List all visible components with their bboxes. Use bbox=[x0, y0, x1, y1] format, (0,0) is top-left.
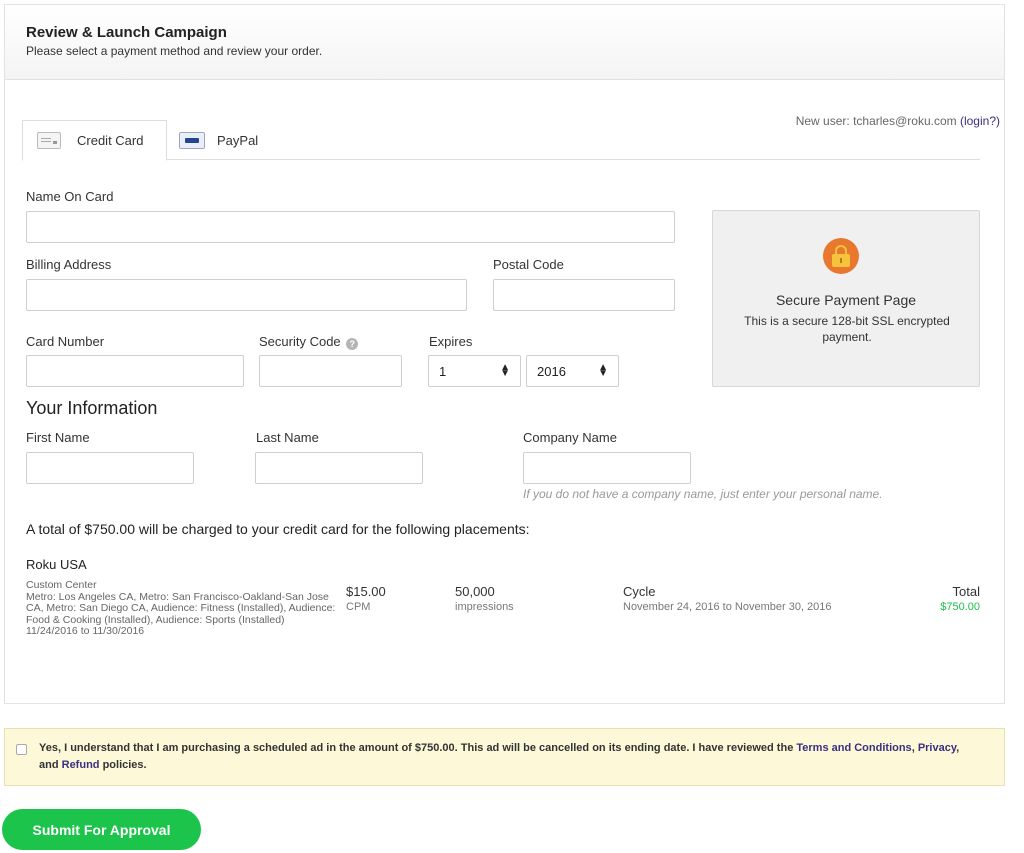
secure-description: This is a secure 128-bit SSL encrypted p… bbox=[744, 314, 950, 344]
privacy-link[interactable]: Privacy bbox=[918, 742, 956, 754]
placement-targeting: Metro: Los Angeles CA, Metro: San Franci… bbox=[26, 590, 336, 637]
billing-address-input[interactable] bbox=[26, 279, 467, 311]
security-code-input[interactable] bbox=[259, 355, 402, 387]
agreement-text-body: Yes, I understand that I am purchasing a… bbox=[39, 742, 797, 754]
secure-payment-box: Secure Payment Page This is a secure 128… bbox=[712, 210, 980, 387]
tab-credit-card-label: Credit Card bbox=[77, 133, 144, 148]
tab-credit-card[interactable]: Credit Card bbox=[22, 120, 167, 161]
expires-year-select[interactable]: 2016 ▲ ▼ bbox=[526, 355, 619, 387]
billing-address-label: Billing Address bbox=[26, 257, 112, 272]
tab-paypal-label: PayPal bbox=[217, 132, 259, 148]
panel-header: Review & Launch Campaign Please select a… bbox=[5, 5, 1004, 80]
purchase-agreement: Yes, I understand that I am purchasing a… bbox=[4, 728, 1005, 786]
impressions-unit: impressions bbox=[455, 601, 514, 613]
cycle-label: Cycle bbox=[623, 584, 656, 599]
credit-card-icon bbox=[37, 132, 61, 149]
total-label: Total bbox=[952, 584, 980, 599]
refund-link[interactable]: Refund bbox=[62, 759, 100, 771]
postal-code-label: Postal Code bbox=[493, 257, 564, 272]
help-icon[interactable]: ? bbox=[346, 338, 359, 350]
price-column: $15.00 CPM bbox=[346, 584, 386, 613]
impressions-column: 50,000 impressions bbox=[455, 584, 514, 613]
agreement-text-end: policies. bbox=[99, 759, 147, 771]
first-name-input[interactable] bbox=[26, 452, 194, 484]
expires-month-select[interactable]: 1 ▲ ▼ bbox=[428, 355, 521, 387]
charge-summary: A total of $750.00 will be charged to yo… bbox=[26, 521, 530, 537]
cycle-column: Cycle November 24, 2016 to November 30, … bbox=[623, 584, 832, 613]
price-unit: CPM bbox=[346, 601, 371, 613]
security-code-label-text: Security Code bbox=[259, 334, 341, 349]
postal-code-input[interactable] bbox=[493, 279, 675, 311]
payment-method-tabs: Credit Card PayPal bbox=[22, 120, 980, 161]
select-arrows-icon: ▲ ▼ bbox=[500, 362, 510, 379]
company-name-label: Company Name bbox=[523, 430, 617, 445]
paypal-icon bbox=[179, 131, 205, 149]
total-value: $750.00 bbox=[940, 601, 980, 613]
last-name-label: Last Name bbox=[256, 430, 319, 445]
placement-name: Roku USA bbox=[26, 557, 87, 572]
your-information-heading: Your Information bbox=[26, 398, 158, 418]
security-code-label: Security Code ? bbox=[259, 334, 359, 350]
impressions-value: 50,000 bbox=[455, 584, 495, 599]
select-arrows-icon: ▲ ▼ bbox=[598, 362, 608, 379]
first-name-label: First Name bbox=[26, 430, 90, 445]
price-value: $15.00 bbox=[346, 584, 386, 599]
tab-paypal[interactable]: PayPal bbox=[174, 120, 294, 160]
company-hint: If you do not have a company name, just … bbox=[523, 487, 883, 501]
company-name-input[interactable] bbox=[523, 452, 691, 484]
lock-icon bbox=[823, 238, 859, 274]
expires-year-value: 2016 bbox=[537, 363, 566, 379]
page-subtitle: Please select a payment method and revie… bbox=[26, 44, 323, 58]
submit-for-approval-button[interactable]: Submit For Approval bbox=[2, 809, 201, 850]
page-title: Review & Launch Campaign bbox=[26, 24, 227, 41]
last-name-input[interactable] bbox=[255, 452, 423, 484]
card-number-label: Card Number bbox=[26, 334, 105, 349]
total-column: Total $750.00 bbox=[940, 584, 980, 613]
card-number-input[interactable] bbox=[26, 355, 244, 387]
agreement-checkbox[interactable] bbox=[16, 744, 27, 755]
agreement-text: Yes, I understand that I am purchasing a… bbox=[39, 740, 979, 774]
terms-link[interactable]: Terms and Conditions bbox=[796, 742, 911, 754]
secure-title: Secure Payment Page bbox=[775, 292, 917, 308]
expires-label: Expires bbox=[429, 334, 473, 349]
placement-description: Custom Center Metro: Los Angeles CA, Met… bbox=[26, 579, 338, 638]
expires-month-value: 1 bbox=[439, 363, 447, 379]
name-on-card-label: Name On Card bbox=[26, 189, 114, 204]
placement-type: Custom Center bbox=[26, 579, 97, 591]
name-on-card-input[interactable] bbox=[26, 211, 675, 243]
cycle-value: November 24, 2016 to November 30, 2016 bbox=[623, 601, 832, 613]
